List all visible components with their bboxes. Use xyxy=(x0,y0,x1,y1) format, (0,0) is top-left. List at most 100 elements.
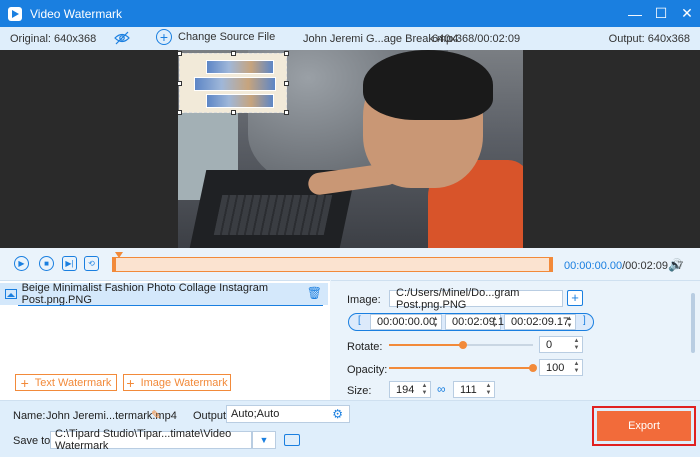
output-field[interactable]: Auto;Auto ⚙ xyxy=(226,405,350,423)
maximize-button[interactable]: ☐ xyxy=(648,0,674,27)
minimize-button[interactable]: — xyxy=(622,0,648,27)
source-fileinfo: 640x368/00:02:09 xyxy=(432,32,521,45)
opacity-slider-knob[interactable] xyxy=(529,364,537,372)
play-button[interactable]: ▶ xyxy=(14,256,29,271)
playhead-marker[interactable] xyxy=(115,252,123,258)
height-value: 111 xyxy=(460,383,477,396)
resize-handle[interactable] xyxy=(178,81,182,86)
bottom-bar: Name: John Jeremi...termark.mp4 ✎ Output… xyxy=(0,400,700,457)
loop-button[interactable]: ⟲ xyxy=(84,256,99,271)
height-field[interactable]: 111 ▲ ▼ xyxy=(453,381,495,398)
video-scene-keyboard xyxy=(213,195,333,235)
properties-scrollbar[interactable] xyxy=(691,293,695,353)
bracket-end-icon: ] xyxy=(583,315,586,326)
add-text-watermark-button[interactable]: + Text Watermark xyxy=(15,374,117,391)
export-highlight: Export xyxy=(592,406,696,446)
width-value: 194 xyxy=(396,383,415,396)
save-path-value: C:\Tipard Studio\Tipar...timate\Video Wa… xyxy=(55,428,232,452)
spin-icon[interactable]: ▲ ▼ xyxy=(485,383,492,397)
info-bar: Original: 640x368 + Change Source File J… xyxy=(0,27,700,50)
rotate-value: 0 xyxy=(546,338,553,351)
rotate-slider-knob[interactable] xyxy=(459,341,467,349)
resize-handle[interactable] xyxy=(284,51,289,56)
timeline-track[interactable] xyxy=(112,252,553,272)
rotate-field[interactable]: 0 ▲ ▼ xyxy=(539,336,583,353)
spin-icon[interactable]: ▲ ▼ xyxy=(573,338,580,352)
properties-panel: Image: C:/Users/Minel/Do...gram Post.png… xyxy=(331,280,700,400)
start-time-value: 00:00:00.00 xyxy=(377,316,436,328)
spin-icon[interactable]: ▲ ▼ xyxy=(491,316,498,330)
list-item[interactable]: Beige Minimalist Fashion Photo Collage I… xyxy=(0,282,328,306)
rotate-slider-track[interactable] xyxy=(461,344,533,346)
chevron-down-icon[interactable]: ▼ xyxy=(252,431,276,449)
next-frame-button[interactable]: ▶| xyxy=(62,256,77,271)
resize-handle[interactable] xyxy=(231,110,236,115)
duration-value: 00:02:09.17 xyxy=(452,316,511,328)
opacity-label: Opacity: xyxy=(347,364,388,376)
bracket-start-icon: [ xyxy=(358,315,361,326)
add-text-label: Text Watermark xyxy=(34,376,112,389)
plus-icon: + xyxy=(20,374,29,391)
plus-circle-icon: + xyxy=(156,29,172,45)
rotate-slider-fill[interactable] xyxy=(389,344,461,346)
end-time-value: 00:02:09.17 xyxy=(511,316,570,328)
name-label: Name: xyxy=(13,410,46,422)
spin-icon[interactable]: ▲ ▼ xyxy=(421,383,428,397)
volume-icon[interactable]: 🔊 xyxy=(668,258,683,272)
watermark-overlay[interactable] xyxy=(178,51,289,115)
save-path-field[interactable]: C:\Tipard Studio\Tipar...timate\Video Wa… xyxy=(50,428,252,452)
original-resolution: Original: 640x368 xyxy=(10,32,97,45)
resize-handle[interactable] xyxy=(178,51,182,56)
resize-handle[interactable] xyxy=(178,110,182,115)
end-time-field[interactable]: 00:02:09.17 ▲ ▼ xyxy=(504,314,576,330)
spin-icon[interactable]: ▲ ▼ xyxy=(432,316,439,330)
resize-handle[interactable] xyxy=(284,110,289,115)
link-icon[interactable]: ∞ xyxy=(437,382,446,396)
timeline-bar: ▶ ■ ▶| ⟲ 00:00:00.00/00:02:09.17 🔊 xyxy=(0,248,700,280)
watermark-photo xyxy=(206,60,274,74)
watermark-photo xyxy=(194,77,276,91)
item-underline xyxy=(18,305,323,306)
title-bar: Video Watermark — ☐ ✕ xyxy=(0,0,700,27)
add-image-button[interactable]: + xyxy=(567,290,583,306)
output-resolution: Output: 640x368 xyxy=(608,32,690,45)
stop-button[interactable]: ■ xyxy=(39,256,54,271)
start-time-field[interactable]: 00:00:00.00 ▲ ▼ xyxy=(370,314,442,330)
add-image-watermark-button[interactable]: + Image Watermark xyxy=(123,374,231,391)
spin-icon[interactable]: ▲ ▼ xyxy=(573,361,580,375)
time-readout: 00:00:00.00/00:02:09.17 xyxy=(564,260,683,272)
gear-icon[interactable]: ⚙ xyxy=(332,407,343,421)
resize-handle[interactable] xyxy=(284,81,289,86)
trash-icon[interactable]: 🗑 xyxy=(307,286,322,300)
watermark-photo xyxy=(206,94,274,108)
image-icon xyxy=(5,289,17,299)
eye-icon[interactable] xyxy=(114,31,130,48)
edit-icon[interactable]: ✎ xyxy=(151,408,161,422)
opacity-field[interactable]: 100 ▲ ▼ xyxy=(539,359,583,376)
change-source-label: Change Source File xyxy=(178,31,276,43)
trim-end-handle[interactable] xyxy=(549,258,552,271)
window-controls: — ☐ ✕ xyxy=(622,0,700,27)
spin-icon[interactable]: ▲ ▼ xyxy=(566,316,573,330)
width-field[interactable]: 194 ▲ ▼ xyxy=(389,381,431,398)
close-button[interactable]: ✕ xyxy=(674,0,700,27)
app-logo-icon xyxy=(8,6,22,21)
duration-field[interactable]: 00:02:09.17 ▲ ▼ xyxy=(445,314,510,330)
watermark-list-panel: Beige Minimalist Fashion Photo Collage I… xyxy=(0,280,330,400)
watermark-item-label: Beige Minimalist Fashion Photo Collage I… xyxy=(21,282,268,306)
resize-handle[interactable] xyxy=(231,51,236,56)
opacity-value: 100 xyxy=(546,361,565,374)
output-label: Output: xyxy=(193,410,230,422)
change-source-button[interactable]: + Change Source File xyxy=(156,29,275,45)
opacity-slider-fill[interactable] xyxy=(389,367,533,369)
folder-icon[interactable] xyxy=(284,434,300,446)
video-preview-area xyxy=(0,50,700,248)
time-range-group: [ 00:00:00.00 ▲ ▼ 00:02:09.17 ▲ ▼ 00:02:09.1… xyxy=(348,313,594,331)
size-label: Size: xyxy=(347,385,372,397)
image-path-value: C:/Users/Minel/Do...gram Post.png.PNG xyxy=(396,286,520,311)
export-button[interactable]: Export xyxy=(597,411,691,441)
video-scene-hair xyxy=(363,50,493,120)
rotate-label: Rotate: xyxy=(347,341,383,353)
image-path-field[interactable]: C:/Users/Minel/Do...gram Post.png.PNG xyxy=(389,287,563,311)
trim-start-handle[interactable] xyxy=(113,258,116,271)
